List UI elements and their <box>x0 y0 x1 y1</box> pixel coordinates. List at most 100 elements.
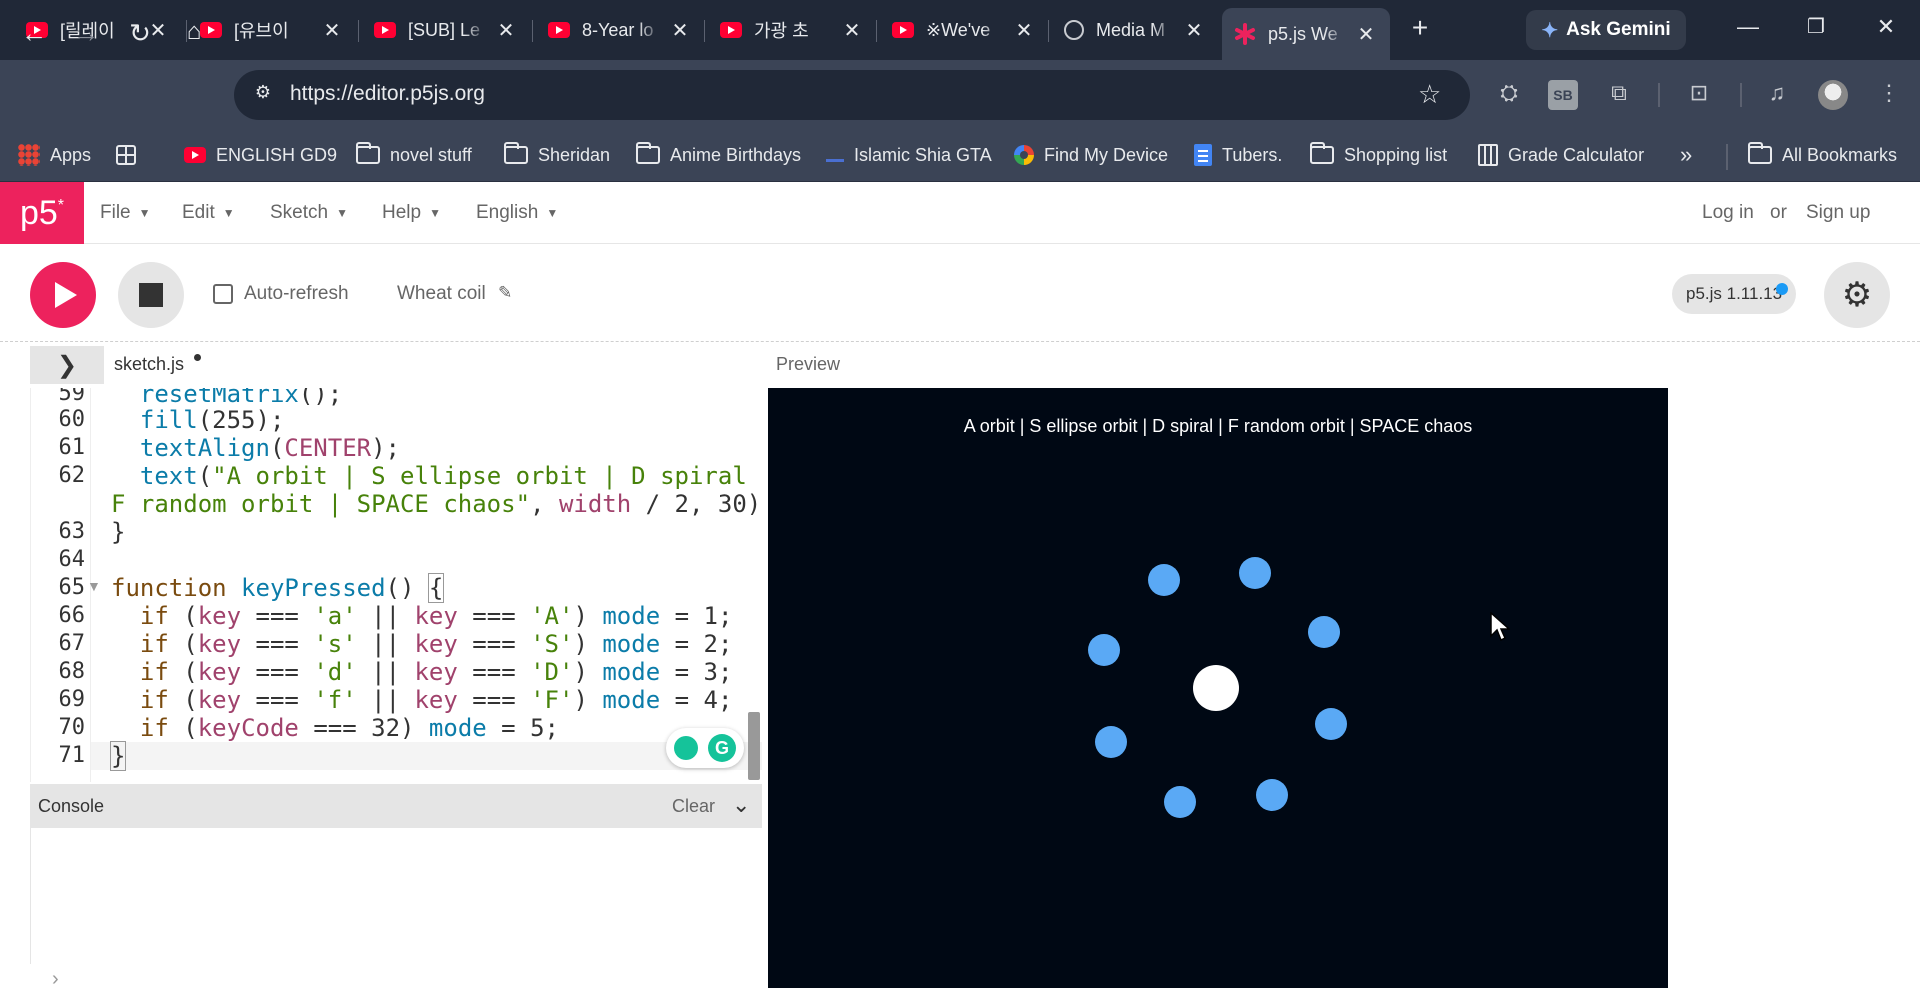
code-editor[interactable]: 59 60 61 62 63 64 65 ▼ 66 67 68 69 70 71… <box>30 388 762 782</box>
auto-refresh-checkbox[interactable] <box>213 284 233 304</box>
login-link[interactable]: Log in <box>1702 202 1754 224</box>
fold-arrow-icon[interactable]: ▼ <box>87 578 101 594</box>
chrome-menu-icon[interactable]: ⋮ <box>1874 80 1904 110</box>
bookmark-grade-calculator[interactable]: Grade Calculator <box>1478 138 1644 172</box>
orbiter-dot <box>1088 634 1120 666</box>
line-number: 61 <box>58 435 86 460</box>
grammarly-icon[interactable]: G <box>708 734 736 762</box>
close-icon[interactable]: ✕ <box>320 18 344 43</box>
bookmark-find-my-device[interactable]: Find My Device <box>1014 138 1168 172</box>
new-tab-button[interactable]: + <box>1400 12 1440 44</box>
tab-title: p5.js We <box>1268 23 1338 44</box>
bookmark-all-bookmarks[interactable]: All Bookmarks <box>1748 138 1897 172</box>
menu-label: English <box>476 202 539 223</box>
close-icon[interactable]: ✕ <box>1182 18 1206 43</box>
bookmark-anime-birthdays[interactable]: Anime Birthdays <box>636 138 801 172</box>
menu-language[interactable]: English ▼ <box>476 202 558 224</box>
browser-tab-6[interactable]: ※We've ✕ <box>880 10 1036 50</box>
browser-tab-3[interactable]: [SUB] Le ✕ <box>362 10 518 50</box>
media-control-icon[interactable]: ♫ <box>1762 80 1792 110</box>
ask-gemini-button[interactable]: ✦ Ask Gemini <box>1526 10 1686 50</box>
youtube-icon <box>892 22 914 38</box>
close-icon[interactable]: ✕ <box>668 18 692 43</box>
version-notification-dot <box>1776 283 1788 295</box>
address-url[interactable]: https://editor.p5js.org <box>290 82 485 106</box>
bookmark-novel-stuff[interactable]: novel stuff <box>356 138 472 172</box>
auth-or-text: or <box>1770 202 1787 223</box>
orbiter-dot <box>1164 786 1196 818</box>
bookmark-tubers[interactable]: Tubers. <box>1194 138 1282 172</box>
close-icon[interactable]: ✕ <box>1354 22 1378 47</box>
tab-separator <box>532 20 533 42</box>
menu-sketch[interactable]: Sketch ▼ <box>270 202 348 224</box>
tab-separator <box>876 20 877 42</box>
forward-arrow-icon[interactable]: → <box>68 18 104 49</box>
reload-icon[interactable]: ↻ <box>122 18 158 49</box>
preview-canvas[interactable]: A orbit | S ellipse orbit | D spiral | F… <box>768 388 1668 988</box>
folder-icon <box>1310 142 1334 164</box>
site-info-icon[interactable]: ⚙ <box>248 82 278 108</box>
bookmark-tab-groups[interactable] <box>116 138 146 172</box>
screen-search-icon[interactable]: ⊡ <box>1684 80 1714 110</box>
code-line: resetMatrix(); <box>139 388 343 408</box>
restore-icon[interactable]: ❐ <box>1796 14 1836 39</box>
extension-sb-icon[interactable]: SB <box>1548 80 1578 110</box>
grammarly-widget[interactable]: G <box>666 728 744 768</box>
line-number: 62 <box>58 463 86 488</box>
window-close-icon[interactable]: ✕ <box>1866 14 1906 40</box>
line-number: 68 <box>58 659 86 684</box>
gear-icon[interactable]: ⚙ <box>1824 262 1890 328</box>
chevron-down-icon[interactable]: ⌄ <box>732 792 750 818</box>
bookmark-label: Tubers. <box>1222 144 1283 165</box>
line-number: 64 <box>58 547 86 572</box>
close-icon[interactable]: ✕ <box>494 18 518 43</box>
menu-edit[interactable]: Edit ▼ <box>182 202 235 224</box>
profile-avatar[interactable] <box>1818 80 1848 110</box>
close-icon[interactable]: ✕ <box>1012 18 1036 43</box>
bookmark-star-icon[interactable]: ☆ <box>1418 79 1441 110</box>
browser-tab-4[interactable]: 8-Year lo ✕ <box>536 10 692 50</box>
code-line: if (key === 'f' || key === 'F') mode = 4… <box>139 686 733 714</box>
editor-scrollbar[interactable] <box>748 712 760 780</box>
console-output[interactable] <box>30 828 762 964</box>
bookmark-label: All Bookmarks <box>1782 144 1898 165</box>
more-bookmarks-button[interactable]: » <box>1680 138 1692 172</box>
home-icon[interactable]: ⌂ <box>176 18 212 46</box>
browser-tab-7[interactable]: Media M ✕ <box>1052 10 1206 50</box>
console-label: Console <box>38 796 105 816</box>
lightbulb-icon[interactable] <box>674 736 698 760</box>
tab-separator <box>1048 20 1049 42</box>
file-tab[interactable]: sketch.js <box>114 354 184 375</box>
extensions-puzzle-icon[interactable]: ⧉ <box>1604 80 1634 110</box>
sidebar-toggle-button[interactable]: ❯ <box>30 346 104 384</box>
console-clear-button[interactable]: Clear <box>672 796 715 817</box>
console-header <box>30 784 762 828</box>
sketch-name[interactable]: Wheat coil <box>397 283 486 305</box>
browser-tab-5[interactable]: 가광 초 ✕ <box>708 10 864 50</box>
bookmark-islamic-shia-gta[interactable]: Islamic Shia GTA <box>826 138 992 172</box>
code-line: } <box>109 741 127 771</box>
bookmark-shopping-list[interactable]: Shopping list <box>1310 138 1447 172</box>
back-arrow-icon[interactable]: ← <box>16 18 52 49</box>
version-badge[interactable]: p5.js 1.11.13 <box>1672 274 1797 314</box>
play-button[interactable] <box>30 262 96 328</box>
preview-label: Preview <box>776 354 841 374</box>
translate-extension-icon[interactable]: ⛭ <box>1494 80 1524 110</box>
signup-link[interactable]: Sign up <box>1806 202 1870 224</box>
toolbar-separator <box>1740 83 1742 107</box>
bookmark-sheridan[interactable]: Sheridan <box>504 138 610 172</box>
tab-title: [유브이 <box>234 21 289 41</box>
bookmark-label: Anime Birthdays <box>670 144 802 165</box>
browser-tab-8-active[interactable]: p5.js We ✕ <box>1222 8 1390 60</box>
minimize-icon[interactable]: — <box>1728 14 1768 40</box>
menu-help[interactable]: Help ▼ <box>382 202 441 224</box>
bookmark-apps[interactable]: Apps <box>18 138 91 172</box>
bookmark-label: Find My Device <box>1044 144 1169 165</box>
close-icon[interactable]: ✕ <box>840 18 864 43</box>
bookmark-english-gd9[interactable]: ENGLISH GD9 <box>184 138 337 172</box>
pencil-icon[interactable]: ✎ <box>498 283 512 303</box>
stop-button[interactable] <box>118 262 184 328</box>
menu-label: Edit <box>182 202 215 223</box>
p5-logo[interactable]: p5 * <box>0 182 84 244</box>
menu-file[interactable]: File ▼ <box>100 202 151 224</box>
